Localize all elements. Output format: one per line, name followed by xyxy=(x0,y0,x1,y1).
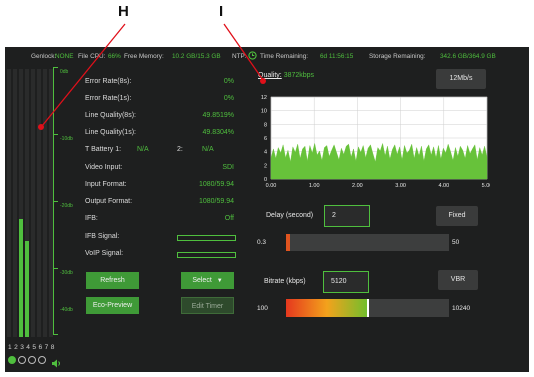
memory-label: Free Memory: xyxy=(124,53,164,60)
db-label-20: -20db xyxy=(60,203,73,209)
bitrate-input[interactable]: 5120 xyxy=(323,271,369,293)
channel-pair-radio-1[interactable] xyxy=(8,356,16,364)
storage-value: 342.6 GB/364.9 GB xyxy=(440,53,496,60)
select-button[interactable]: Select ▼ xyxy=(181,272,234,289)
battery-1-value: N/A xyxy=(137,146,149,153)
bitrate-slider-fill xyxy=(286,299,368,317)
status-bar: Genlock: NONE File CPU: 66% Free Memory:… xyxy=(5,47,529,65)
output-format-value: 1080/59.94 xyxy=(198,198,234,205)
y-tick-label: 12 xyxy=(261,95,267,101)
speaker-icon[interactable] xyxy=(51,355,62,372)
battery-2-label: 2: xyxy=(177,146,183,153)
input-format-value: 1080/59.94 xyxy=(198,181,234,188)
battery-1-label: T Battery 1: xyxy=(85,146,122,153)
vu-meter-7 xyxy=(43,69,47,337)
db-label-10: -10db xyxy=(60,136,73,142)
bitrate-slider-handle[interactable] xyxy=(366,299,369,317)
y-tick-label: 4 xyxy=(264,150,267,156)
db-label-0: 0db xyxy=(60,69,69,75)
caret-down-icon: ▼ xyxy=(216,278,223,284)
delay-mode-button[interactable]: Fixed xyxy=(436,206,478,226)
db-label-40: -40db xyxy=(60,307,73,313)
delay-min-label: 0.3 xyxy=(257,239,267,246)
y-tick-label: 2 xyxy=(264,163,267,169)
output-format-label: Output Format: xyxy=(85,198,133,205)
refresh-button[interactable]: Refresh xyxy=(86,272,139,289)
ifb-signal-label: IFB Signal: xyxy=(85,233,120,240)
bitrate-max-label: 10240 xyxy=(452,305,471,312)
error-rate-8s-label: Error Rate(8s): xyxy=(85,78,132,85)
line-quality-1s-value: 49.8304% xyxy=(202,129,234,136)
channel-pair-radio-3[interactable] xyxy=(28,356,36,364)
delay-slider[interactable] xyxy=(286,234,449,251)
quality-chart: 0246810120.001.002.003.004.005.00 xyxy=(261,95,490,189)
cpu-label: File CPU: xyxy=(78,53,106,60)
voip-signal-label: VoIP Signal: xyxy=(85,250,124,257)
vu-meter-6 xyxy=(37,69,41,337)
time-remaining-label: Time Remaining: xyxy=(260,53,309,60)
time-remaining-value: 6d 11:56:15 xyxy=(320,53,354,60)
vu-meter-1 xyxy=(7,69,11,337)
genlock-value: NONE xyxy=(55,53,74,60)
channel-pair-radio-4[interactable] xyxy=(38,356,46,364)
delay-input[interactable]: 2 xyxy=(324,205,370,227)
input-format-label: Input Format: xyxy=(85,181,127,188)
bitrate-mode-button[interactable]: VBR xyxy=(438,270,478,290)
vu-meter-5 xyxy=(31,69,35,337)
ntp-clock-icon xyxy=(248,51,257,62)
quality-value: 3872kbps xyxy=(283,72,315,79)
db-scale: 0db -10db -20db -30db -40db xyxy=(52,67,78,335)
genlock-label: Genlock: xyxy=(31,53,57,60)
line-quality-1s-label: Line Quality(1s): xyxy=(85,129,136,136)
bitrate-slider[interactable] xyxy=(286,299,449,317)
audio-meters xyxy=(5,67,53,337)
channel-pair-radio-2[interactable] xyxy=(18,356,26,364)
select-button-label: Select xyxy=(192,277,212,284)
bitrate-label: Bitrate (kbps) xyxy=(264,278,306,285)
delay-max-label: 50 xyxy=(452,239,460,246)
ifb-value: Off xyxy=(224,215,234,222)
storage-label: Storage Remaining: xyxy=(369,53,426,60)
y-tick-label: 6 xyxy=(264,136,267,142)
video-input-label: Video Input: xyxy=(85,164,123,171)
memory-value: 10.2 GB/15.3 GB xyxy=(172,53,221,60)
db-label-30: -30db xyxy=(60,270,73,276)
line-quality-8s-label: Line Quality(8s): xyxy=(85,112,136,119)
delay-slider-handle[interactable] xyxy=(286,234,290,251)
line-quality-8s-value: 49.8519% xyxy=(202,112,234,119)
edit-timer-button[interactable]: Edit Timer xyxy=(181,297,234,314)
quality-label: Quality: xyxy=(258,72,282,79)
quality-header: Quality: 3872kbps xyxy=(258,72,314,79)
y-tick-label: 8 xyxy=(264,122,267,128)
x-tick-label: 5.00 xyxy=(482,183,490,189)
device-panel: Genlock: NONE File CPU: 66% Free Memory:… xyxy=(5,47,529,372)
eco-preview-button[interactable]: Eco-Preview xyxy=(86,297,139,314)
callout-h: H xyxy=(118,3,129,20)
vu-meter-4 xyxy=(25,69,29,337)
ntp-label: NTP: xyxy=(232,53,247,60)
channel-numbers: 1 2 3 4 5 6 7 8 xyxy=(8,344,55,351)
error-rate-8s-value: 0% xyxy=(223,78,234,85)
y-tick-label: 10 xyxy=(261,109,267,115)
callout-i: I xyxy=(219,3,224,20)
ifb-signal-bar xyxy=(177,235,236,241)
cpu-value: 66% xyxy=(108,53,121,60)
battery-2-value: N/A xyxy=(202,146,214,153)
ifb-label: IFB: xyxy=(85,215,98,222)
voip-signal-bar xyxy=(177,252,236,258)
x-tick-label: 1.00 xyxy=(309,183,320,189)
x-tick-label: 4.00 xyxy=(438,183,449,189)
bitrate-min-label: 100 xyxy=(257,305,268,312)
delay-label: Delay (second) xyxy=(266,212,314,219)
vu-meter-2 xyxy=(13,69,17,337)
video-input-value: SDI xyxy=(222,164,234,171)
rate-button[interactable]: 12Mb/s xyxy=(436,69,486,89)
x-tick-label: 0.00 xyxy=(266,183,277,189)
error-rate-1s-label: Error Rate(1s): xyxy=(85,95,132,102)
x-tick-label: 3.00 xyxy=(395,183,406,189)
error-rate-1s-value: 0% xyxy=(223,95,234,102)
x-tick-label: 2.00 xyxy=(352,183,363,189)
vu-meter-3 xyxy=(19,69,23,337)
